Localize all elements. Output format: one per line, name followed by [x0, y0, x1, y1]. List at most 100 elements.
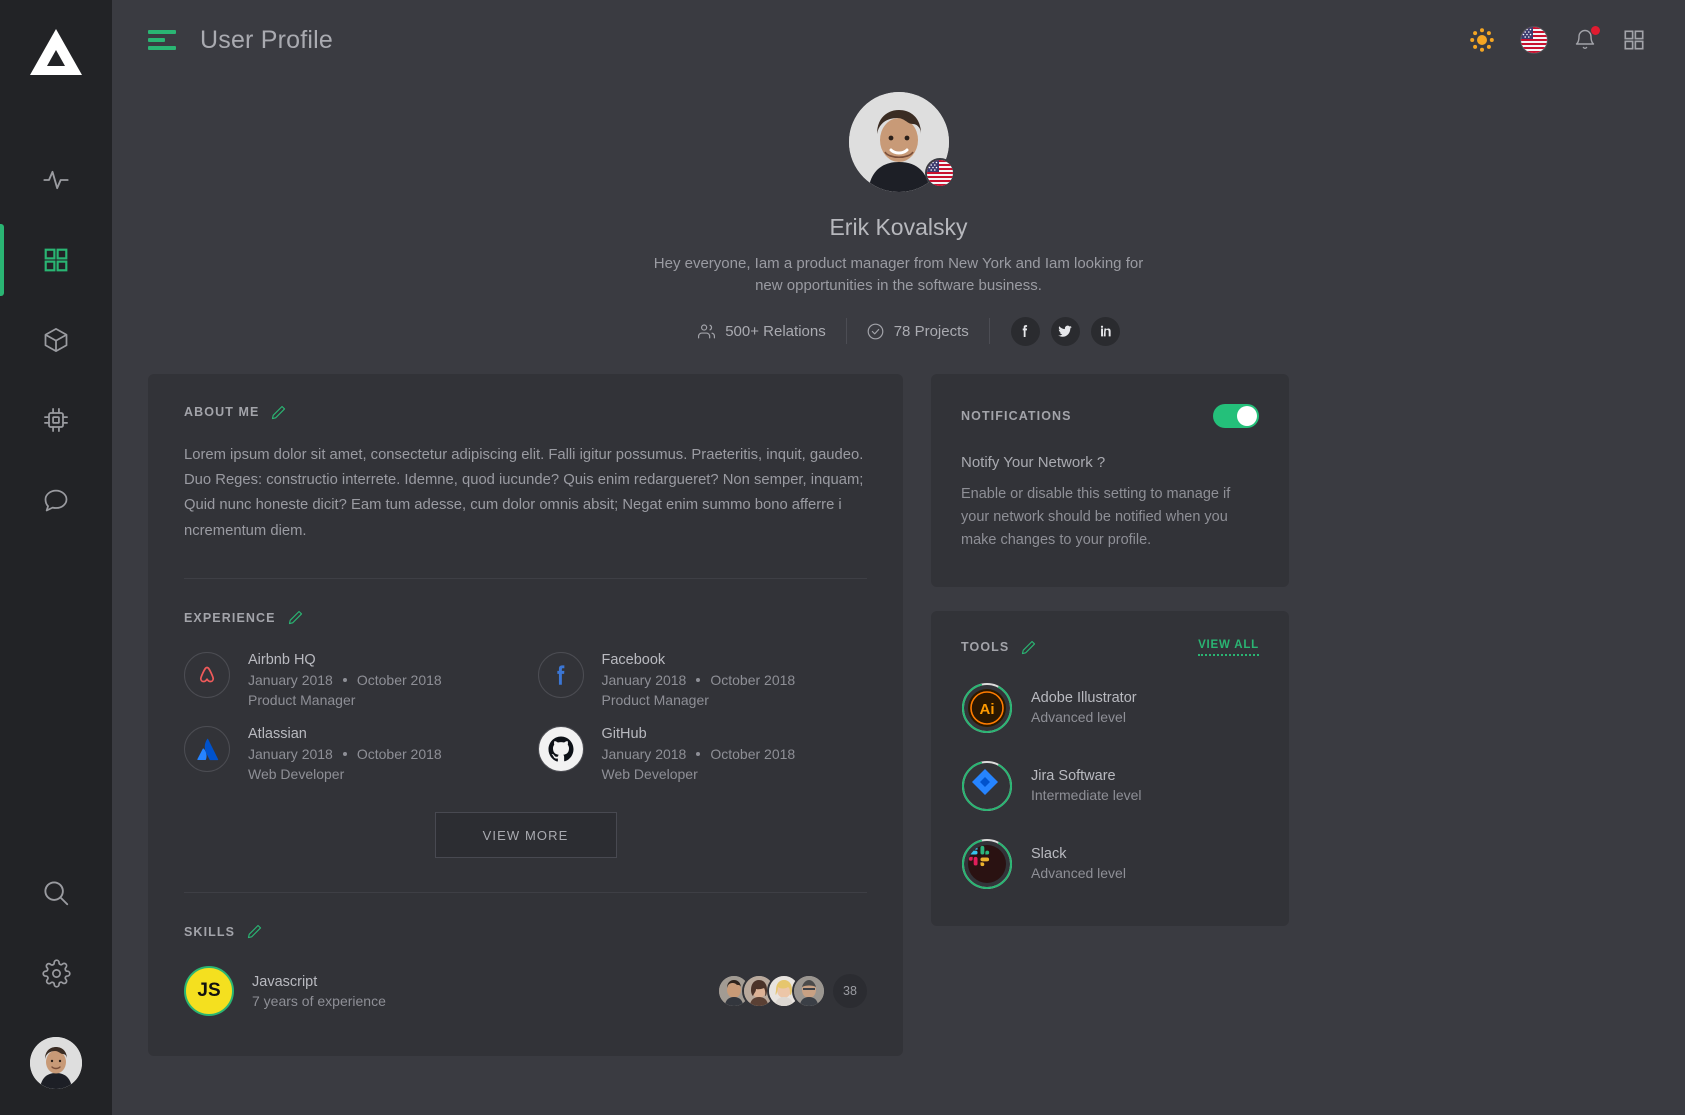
app-root: User Profile Erik Kovalsky Hey everyone,… — [0, 0, 1685, 1115]
airbnb-icon — [184, 652, 230, 699]
linkedin-link[interactable] — [1090, 316, 1120, 346]
sidebar — [0, 0, 112, 1115]
sidebar-item-hardware[interactable] — [0, 380, 112, 460]
experience-item-body: Facebook January 2018 October 2018 Produ… — [602, 652, 796, 708]
tool-item[interactable]: Ai Adobe Illustrator Advanced level — [961, 682, 1259, 734]
avatar-illustration — [30, 1037, 82, 1089]
experience-company: Atlassian — [248, 726, 307, 743]
tool-item[interactable]: Slack Advanced level — [961, 838, 1259, 890]
date-separator-dot — [696, 678, 701, 683]
github-icon — [537, 726, 584, 773]
facebook-icon — [1022, 325, 1028, 337]
javascript-icon: JS — [184, 966, 234, 1017]
tool-name: Adobe Illustrator — [1031, 690, 1137, 707]
notifications-button[interactable] — [1573, 26, 1600, 52]
about-me-title: ABOUT ME — [184, 405, 260, 419]
tools-card: TOOLS VIEW ALL Ai Adobe Illustrator Adva… — [931, 610, 1289, 926]
sidebar-item-settings[interactable] — [0, 933, 112, 1013]
users-icon — [698, 323, 716, 338]
pencil-edit-icon[interactable] — [287, 609, 304, 626]
pencil-edit-icon[interactable] — [246, 923, 263, 940]
content-grid: ABOUT ME Lorem ipsum dolor sit amet, con… — [112, 346, 1685, 1057]
skill-item[interactable]: JS Javascript 7 years of experience 38 — [184, 966, 867, 1017]
twitter-link[interactable] — [1050, 316, 1080, 346]
tool-level: Advanced level — [1031, 709, 1126, 726]
endorser-avatar[interactable] — [792, 974, 826, 1009]
experience-company: Facebook — [601, 652, 666, 669]
sidebar-item-dashboard[interactable] — [0, 220, 112, 300]
skills-header: SKILLS — [184, 923, 867, 940]
endorser-count-badge[interactable]: 38 — [833, 974, 867, 1009]
gear-icon — [41, 958, 71, 988]
experience-start: January 2018 — [248, 746, 333, 763]
triangle-logo[interactable] — [26, 22, 86, 82]
experience-item[interactable]: Atlassian January 2018 October 2018 Web … — [184, 726, 514, 782]
date-separator-dot — [696, 752, 701, 757]
grid-icon — [44, 248, 68, 272]
profile-stats: 500+ Relations 78 Projects — [112, 316, 1685, 346]
experience-start: January 2018 — [248, 672, 333, 689]
experience-item[interactable]: GitHub January 2018 October 2018 Web Dev… — [537, 726, 868, 782]
experience-item[interactable]: Facebook January 2018 October 2018 Produ… — [537, 652, 868, 708]
tool-name: Slack — [1031, 846, 1067, 863]
tools-title: TOOLS — [961, 640, 1010, 655]
tool-name: Jira Software — [1031, 768, 1116, 785]
avatar-illustration — [794, 976, 824, 1007]
tool-item[interactable]: Jira Software Intermediate level — [961, 760, 1259, 812]
notifications-card: NOTIFICATIONS Notify Your Network ? Enab… — [931, 373, 1289, 587]
notifications-toggle[interactable] — [1213, 403, 1259, 428]
profile-details-card: ABOUT ME Lorem ipsum dolor sit amet, con… — [148, 373, 903, 1057]
language-selector-button[interactable] — [1521, 27, 1547, 53]
experience-end: October 2018 — [356, 746, 442, 763]
sidebar-user-avatar[interactable] — [30, 1037, 82, 1089]
experience-start: January 2018 — [601, 746, 687, 763]
date-separator-dot — [342, 678, 347, 683]
stat-projects[interactable]: 78 Projects — [846, 322, 989, 341]
experience-item-body: Airbnb HQ January 2018 October 2018 Prod… — [248, 652, 442, 708]
sidebar-item-activity[interactable] — [0, 140, 112, 220]
burger-line — [148, 38, 165, 42]
linkedin-icon — [1100, 325, 1111, 336]
search-icon — [44, 881, 69, 906]
cpu-chip-icon — [44, 408, 68, 432]
profile-header: Erik Kovalsky Hey everyone, Iam a produc… — [112, 80, 1685, 346]
tool-text: Slack Advanced level — [1031, 846, 1126, 881]
view-all-link[interactable]: VIEW ALL — [1198, 639, 1259, 656]
sidebar-item-search[interactable] — [0, 853, 112, 933]
sidebar-item-messages[interactable] — [0, 460, 112, 540]
facebook-link[interactable] — [1010, 316, 1040, 346]
date-separator-dot — [342, 752, 347, 757]
notification-badge-dot — [1591, 26, 1600, 35]
apps-grid-button[interactable] — [1623, 29, 1645, 51]
us-flag-icon — [1521, 27, 1547, 53]
airbnb-glyph — [199, 666, 215, 683]
tool-progress-ring — [961, 760, 1013, 812]
cube-icon — [44, 328, 68, 352]
experience-start: January 2018 — [601, 672, 687, 689]
experience-item[interactable]: Airbnb HQ January 2018 October 2018 Prod… — [184, 652, 514, 708]
social-links — [989, 316, 1120, 346]
pencil-edit-icon[interactable] — [1020, 639, 1037, 656]
check-circle-icon — [867, 323, 884, 339]
skill-endorsers: 38 — [717, 974, 867, 1009]
pencil-icon — [288, 611, 302, 625]
sidebar-nav — [0, 140, 112, 540]
pencil-edit-icon[interactable] — [270, 404, 287, 421]
view-more-button[interactable]: VIEW MORE — [434, 812, 617, 859]
pencil-icon — [247, 925, 262, 939]
experience-title: EXPERIENCE — [184, 610, 276, 625]
stat-projects-label: 78 Projects — [893, 322, 969, 340]
experience-item-body: Atlassian January 2018 October 2018 Web … — [248, 726, 442, 782]
tool-level: Advanced level — [1031, 865, 1126, 882]
profile-name: Erik Kovalsky — [829, 214, 968, 240]
sun-icon — [1470, 28, 1494, 52]
atlassian-glyph — [196, 738, 218, 760]
sidebar-bottom — [0, 853, 112, 1089]
sidebar-item-packages[interactable] — [0, 300, 112, 380]
triangle-logo-icon — [30, 29, 82, 75]
hamburger-menu-icon[interactable] — [148, 30, 176, 50]
atlassian-icon — [184, 726, 230, 773]
theme-toggle-button[interactable] — [1469, 27, 1495, 53]
stat-relations[interactable]: 500+ Relations — [677, 322, 846, 341]
experience-dates: January 2018 October 2018 — [602, 746, 796, 762]
